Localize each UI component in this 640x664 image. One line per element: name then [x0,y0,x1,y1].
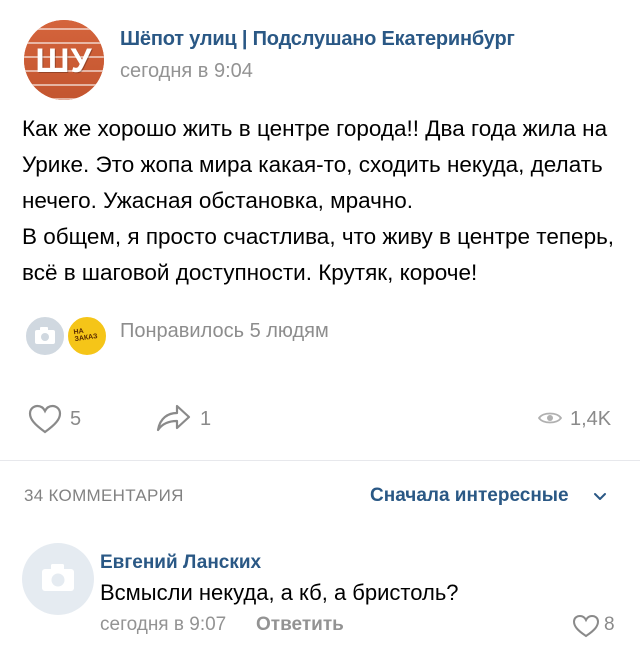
comment-text: Всмысли некуда, а кб, а бристоль? [100,580,459,605]
comment-time: сегодня в 9:07 [100,614,227,635]
divider [0,460,640,461]
liker-badge-text: НА ЗАКАЗ [73,327,99,344]
heart-icon[interactable] [28,404,62,434]
eye-icon [538,412,562,424]
group-logo-text: ШУ [35,42,93,80]
camera-icon [42,564,74,591]
commenter-avatar[interactable] [22,543,94,615]
comment-author[interactable]: Евгений Ланских [100,552,261,574]
comments-count: 34 КОММЕНТАРИЯ [24,486,184,505]
share-count: 1 [200,408,212,430]
views-count: 1,4K [570,408,612,430]
sort-dropdown[interactable]: Сначала интересные [370,485,569,507]
comment-like-count: 8 [604,614,615,635]
like-count: 5 [70,408,82,430]
liker-avatar[interactable] [24,315,66,357]
post-text-paragraph: Как же хорошо жить в центре города!! Два… [22,116,608,213]
heart-icon[interactable] [572,614,600,638]
post-text-paragraph: В общем, я просто счастлива, что живу в … [22,224,615,285]
group-name-link[interactable]: Шёпот улиц | Подслушано Екатеринбург [120,28,515,51]
camera-icon [35,327,55,344]
liked-by-text[interactable]: Понравилось 5 людям [120,320,329,343]
liker-avatar[interactable]: НА ЗАКАЗ [66,315,108,357]
chevron-down-icon[interactable] [592,488,608,504]
group-avatar[interactable]: ШУ [24,20,104,100]
post-time: сегодня в 9:04 [120,60,253,82]
share-icon[interactable] [155,402,191,434]
reply-button[interactable]: Ответить [256,614,344,636]
post-text: Как же хорошо жить в центре города!! Два… [22,111,622,291]
